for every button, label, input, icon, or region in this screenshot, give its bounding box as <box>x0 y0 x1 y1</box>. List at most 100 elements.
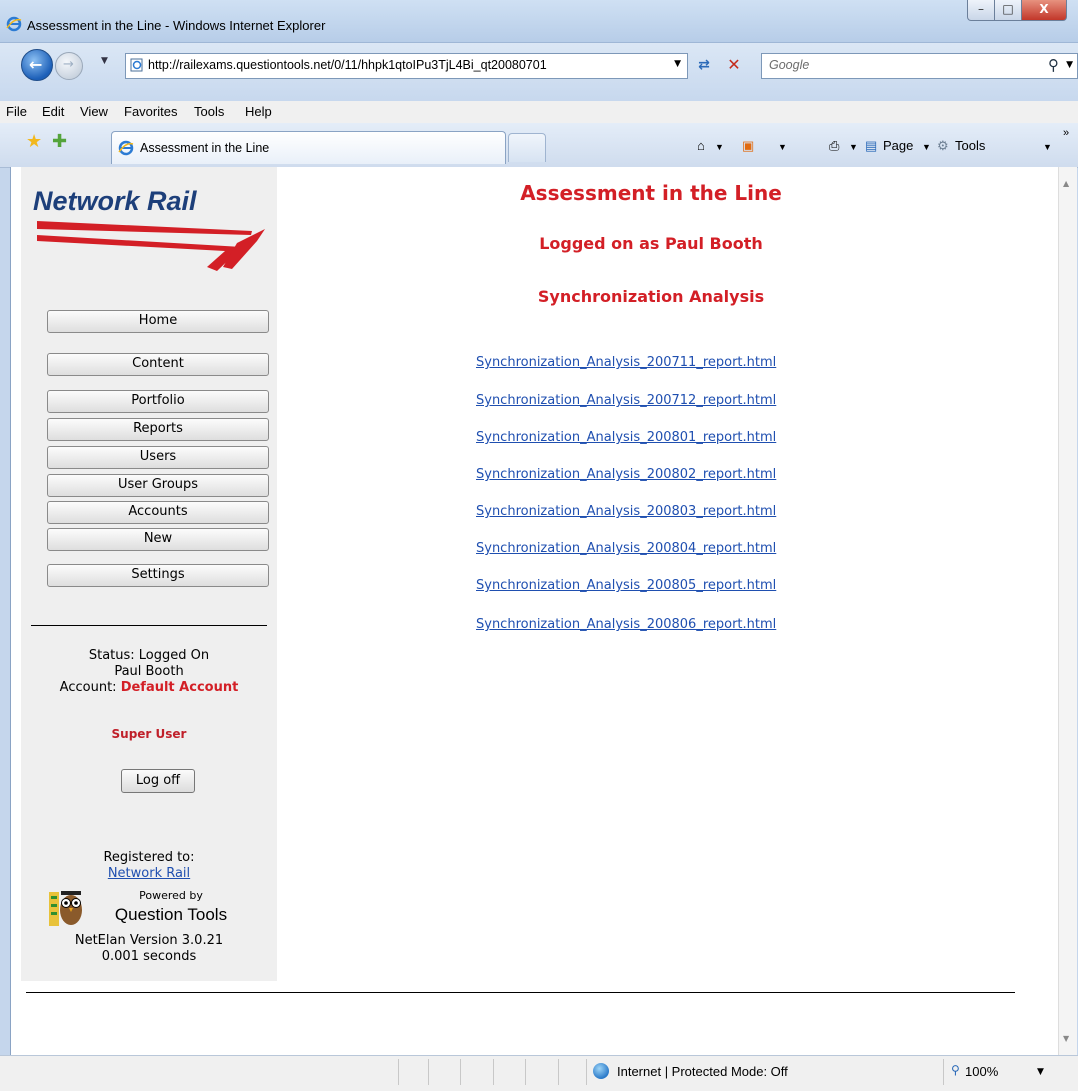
home-dropdown-icon[interactable]: ▼ <box>715 142 724 152</box>
internet-explorer-icon <box>118 140 134 156</box>
nav-user-groups-button[interactable]: User Groups <box>47 474 269 497</box>
menu-favorites[interactable]: Favorites <box>124 104 177 119</box>
page-menu-button[interactable]: Page <box>883 138 913 153</box>
version-text: NetElan Version 3.0.21 <box>74 933 224 948</box>
report-link[interactable]: Synchronization_Analysis_200804_report.h… <box>476 541 776 556</box>
security-zone-text[interactable]: Internet | Protected Mode: Off <box>617 1064 788 1079</box>
nav-accounts-button[interactable]: Accounts <box>47 501 269 524</box>
nav-portfolio-button[interactable]: Portfolio <box>47 390 269 413</box>
powered-by-label: Powered by <box>139 889 203 902</box>
footer-divider <box>26 992 1015 993</box>
forward-arrow-icon: → <box>63 57 74 72</box>
timing-text: 0.001 seconds <box>101 949 197 964</box>
chevron-more-icon[interactable]: » <box>1063 127 1069 139</box>
gear-icon[interactable]: ⚙ <box>937 138 949 154</box>
search-dropdown-icon[interactable]: ▼ <box>1066 60 1073 70</box>
menu-edit[interactable]: Edit <box>42 104 64 119</box>
menu-tools[interactable]: Tools <box>194 104 224 119</box>
minimize-button[interactable]: – <box>967 0 995 21</box>
report-link[interactable]: Synchronization_Analysis_200802_report.h… <box>476 467 776 482</box>
new-tab-button[interactable] <box>508 133 546 162</box>
scroll-down-icon[interactable]: ▼ <box>1063 1034 1069 1043</box>
globe-icon <box>593 1063 609 1079</box>
recent-pages-dropdown-icon[interactable]: ▼ <box>101 56 108 66</box>
window-title: Assessment in the Line - Windows Interne… <box>27 18 326 33</box>
logged-on-heading: Logged on as Paul Booth <box>539 234 763 253</box>
stop-icon[interactable]: ✕ <box>722 54 746 76</box>
menu-file[interactable]: File <box>6 104 27 119</box>
nav-settings-button[interactable]: Settings <box>47 564 269 587</box>
report-link[interactable]: Synchronization_Analysis_200801_report.h… <box>476 430 776 445</box>
network-rail-logo-swoosh <box>37 221 265 271</box>
scroll-up-icon[interactable]: ▲ <box>1063 179 1069 188</box>
status-cell <box>460 1059 461 1085</box>
page-menu-icon[interactable]: ▤ <box>865 138 877 154</box>
tab-assessment-in-the-line[interactable]: Assessment in the Line <box>111 131 506 164</box>
account-label: Account: <box>59 680 121 695</box>
page-icon <box>130 58 143 72</box>
favorites-star-icon[interactable]: ★ <box>26 131 42 152</box>
tools-dropdown-icon[interactable]: ▼ <box>1043 142 1052 152</box>
status-text: Status: Logged On <box>88 648 210 663</box>
status-cell <box>398 1059 399 1085</box>
address-dropdown-icon[interactable]: ▼ <box>674 59 681 69</box>
section-heading: Synchronization Analysis <box>537 287 765 306</box>
status-cell <box>586 1059 587 1085</box>
tab-label: Assessment in the Line <box>140 141 270 155</box>
status-cell <box>943 1059 944 1085</box>
address-bar[interactable]: http://railexams.questiontools.net/0/11/… <box>125 53 688 79</box>
user-name: Paul Booth <box>114 664 184 679</box>
back-button[interactable]: ← <box>21 49 53 81</box>
account-line: Account: Default Account <box>31 680 267 696</box>
role-badge: Super User <box>111 727 187 741</box>
report-link[interactable]: Synchronization_Analysis_200712_report.h… <box>476 393 776 408</box>
add-favorite-icon[interactable]: ✚ <box>52 131 67 152</box>
registered-label: Registered to: <box>103 850 195 865</box>
feeds-icon[interactable]: ▣ <box>742 138 754 154</box>
menu-view[interactable]: View <box>80 104 108 119</box>
zoom-icon[interactable]: ⚲ <box>951 1063 960 1077</box>
log-off-button[interactable]: Log off <box>121 769 195 793</box>
internet-explorer-icon <box>6 16 22 32</box>
zoom-level[interactable]: 100% <box>965 1064 998 1079</box>
print-icon[interactable]: ⎙ <box>829 138 839 154</box>
tools-menu-button[interactable]: Tools <box>955 138 985 153</box>
back-arrow-icon: ← <box>29 55 43 74</box>
page-dropdown-icon[interactable]: ▼ <box>922 142 931 152</box>
report-link[interactable]: Synchronization_Analysis_200806_report.h… <box>476 617 776 632</box>
url-input[interactable]: http://railexams.questiontools.net/0/11/… <box>148 58 658 72</box>
search-box[interactable]: Google ⚲ ▼ <box>761 53 1078 79</box>
page-title: Assessment in the Line <box>520 181 782 205</box>
menu-help[interactable]: Help <box>245 104 272 119</box>
registered-link[interactable]: Network Rail <box>31 866 267 882</box>
report-link[interactable]: Synchronization_Analysis_200805_report.h… <box>476 578 776 593</box>
maximize-button[interactable]: □ <box>994 0 1022 21</box>
menu-bar: File Edit View Favorites Tools Help <box>0 101 1078 124</box>
window-title-bar[interactable]: Assessment in the Line - Windows Interne… <box>0 0 1078 43</box>
vertical-scrollbar[interactable]: ▲ ▼ <box>1058 167 1077 1055</box>
account-value: Default Account <box>120 680 239 695</box>
status-cell <box>525 1059 526 1085</box>
nav-reports-button[interactable]: Reports <box>47 418 269 441</box>
status-cell <box>493 1059 494 1085</box>
forward-button[interactable]: → <box>55 52 83 80</box>
status-cell <box>428 1059 429 1085</box>
status-bar <box>0 1055 1078 1091</box>
nav-content-button[interactable]: Content <box>47 353 269 376</box>
report-link[interactable]: Synchronization_Analysis_200711_report.h… <box>476 355 776 370</box>
print-dropdown-icon[interactable]: ▼ <box>849 142 858 152</box>
refresh-icon[interactable]: ⇄ <box>692 54 716 76</box>
status-cell <box>558 1059 559 1085</box>
page-content: Network Rail Home Content Portfolio Repo… <box>10 167 1059 1055</box>
feeds-dropdown-icon[interactable]: ▼ <box>778 142 787 152</box>
search-icon[interactable]: ⚲ <box>1048 56 1059 74</box>
zoom-dropdown-icon[interactable]: ▼ <box>1037 1067 1044 1077</box>
nav-home-button[interactable]: Home <box>47 310 269 333</box>
nav-users-button[interactable]: Users <box>47 446 269 469</box>
owl-logo-icon <box>49 891 82 926</box>
report-link[interactable]: Synchronization_Analysis_200803_report.h… <box>476 504 776 519</box>
nav-new-button[interactable]: New <box>47 528 269 551</box>
search-input[interactable]: Google <box>769 58 809 72</box>
close-button[interactable]: X <box>1021 0 1067 21</box>
home-icon[interactable]: ⌂ <box>697 138 705 153</box>
